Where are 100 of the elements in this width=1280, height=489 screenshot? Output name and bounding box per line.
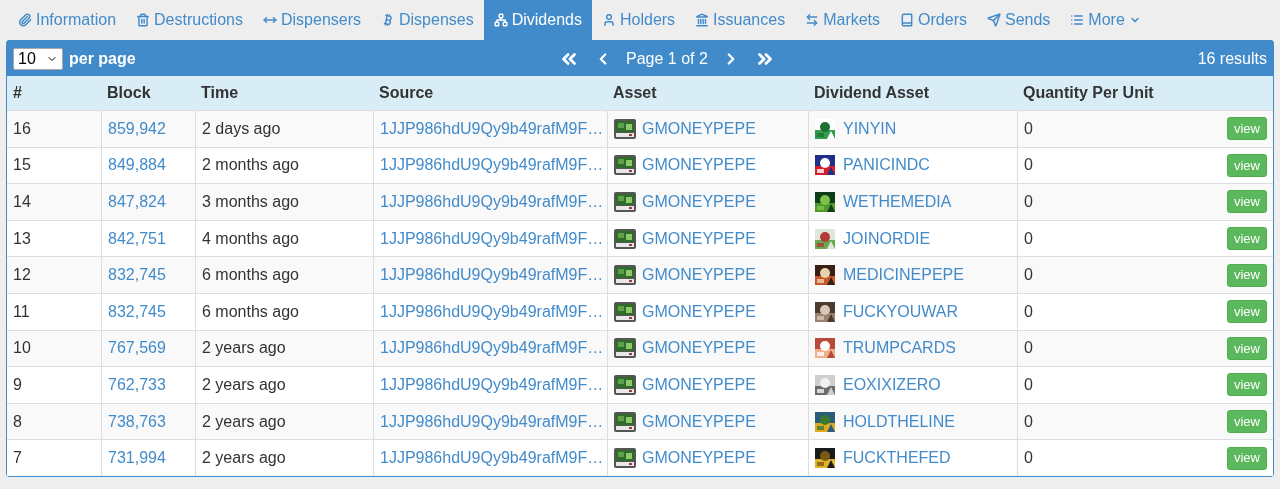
tab[interactable]: Orders bbox=[890, 0, 977, 40]
address-link[interactable]: 1JJP986hdU9Qy9b49rafM9F… bbox=[380, 372, 604, 397]
user-icon bbox=[601, 13, 616, 27]
view-button[interactable]: view bbox=[1227, 373, 1267, 397]
asset-link[interactable]: MEDICINEPEPE bbox=[843, 263, 964, 288]
view-button[interactable]: view bbox=[1227, 263, 1267, 287]
table-cell-text: 0 bbox=[1024, 155, 1033, 176]
table-cell-text: 16 bbox=[13, 118, 31, 139]
asset-link[interactable]: YINYIN bbox=[843, 116, 897, 141]
table-cell-text: 2 years ago bbox=[202, 411, 286, 432]
address-link[interactable]: 1JJP986hdU9Qy9b49rafM9F… bbox=[380, 336, 604, 361]
tab[interactable]: Destructions bbox=[126, 0, 253, 40]
asset-link[interactable]: GMONEYPEPE bbox=[642, 263, 756, 288]
column-header: Source bbox=[379, 84, 434, 101]
table-cell-text: 11 bbox=[13, 301, 30, 322]
table-cell-text: 2 years ago bbox=[202, 448, 286, 469]
tab[interactable]: Dispenses bbox=[371, 0, 484, 40]
per-page-select[interactable]: 10 bbox=[13, 47, 63, 70]
tab[interactable]: More bbox=[1060, 0, 1151, 40]
tab[interactable]: Holders bbox=[591, 0, 686, 40]
column-header: Time bbox=[201, 84, 239, 101]
asset-link[interactable]: JOINORDIE bbox=[843, 226, 931, 251]
tab[interactable]: Sends bbox=[976, 0, 1061, 40]
block-link[interactable]: 762,733 bbox=[108, 372, 166, 397]
table-cell-text: 12 bbox=[13, 265, 31, 286]
bank-icon bbox=[695, 13, 710, 27]
asset-link[interactable]: TRUMPCARDS bbox=[843, 336, 956, 361]
asset-link[interactable]: PANICINDC bbox=[843, 153, 930, 178]
table-cell-text: 14 bbox=[13, 192, 31, 212]
asset-link[interactable]: GMONEYPEPE bbox=[642, 299, 756, 324]
table-cell-text: 2 months ago bbox=[202, 155, 299, 176]
table-cell-text: 0 bbox=[1024, 301, 1033, 322]
table-cell-text: 3 months ago bbox=[202, 192, 299, 212]
table-cell-text: 0 bbox=[1024, 265, 1033, 286]
asset-link[interactable]: WETHEMEDIA bbox=[843, 190, 952, 214]
table-cell-text: 9 bbox=[13, 374, 22, 395]
address-link[interactable]: 1JJP986hdU9Qy9b49rafM9F… bbox=[380, 153, 604, 178]
asset-link[interactable]: FUCKTHEFED bbox=[843, 446, 951, 471]
view-button[interactable]: view bbox=[1227, 336, 1267, 360]
table-cell-text: 2 years ago bbox=[202, 374, 286, 395]
column-header: Asset bbox=[613, 84, 657, 101]
address-link[interactable]: 1JJP986hdU9Qy9b49rafM9F… bbox=[380, 116, 604, 141]
block-link[interactable]: 731,994 bbox=[108, 446, 166, 471]
exchange-icon bbox=[805, 13, 820, 27]
asset-link[interactable]: FUCKYOUWAR bbox=[843, 299, 958, 324]
block-link[interactable]: 832,745 bbox=[108, 299, 166, 324]
view-button[interactable]: view bbox=[1227, 117, 1267, 141]
table-cell-text: 0 bbox=[1024, 118, 1033, 139]
address-link[interactable]: 1JJP986hdU9Qy9b49rafM9F… bbox=[380, 263, 604, 288]
asset-link[interactable]: GMONEYPEPE bbox=[642, 226, 756, 251]
tab[interactable]: Issuances bbox=[685, 0, 796, 40]
view-button[interactable]: view bbox=[1227, 446, 1267, 470]
asset-link[interactable]: GMONEYPEPE bbox=[642, 116, 756, 141]
results-count: 16 results bbox=[1197, 48, 1267, 69]
view-button[interactable]: view bbox=[1227, 227, 1267, 251]
view-button[interactable]: view bbox=[1227, 300, 1267, 324]
asset-link[interactable]: GMONEYPEPE bbox=[642, 372, 756, 397]
column-header: Quantity Per Unit bbox=[1023, 84, 1154, 101]
tab[interactable]: Dividends bbox=[483, 0, 592, 40]
table-cell-text: 6 months ago bbox=[202, 301, 299, 322]
table-cell-text: 13 bbox=[13, 228, 31, 249]
block-link[interactable]: 847,824 bbox=[108, 190, 166, 214]
block-link[interactable]: 859,942 bbox=[108, 116, 166, 141]
table-cell-text: 0 bbox=[1024, 228, 1033, 249]
paperclip-icon bbox=[18, 13, 32, 27]
asset-link[interactable]: GMONEYPEPE bbox=[642, 153, 756, 178]
asset-link[interactable]: GMONEYPEPE bbox=[642, 409, 756, 434]
paper-plane-icon bbox=[986, 13, 1001, 27]
block-link[interactable]: 849,884 bbox=[108, 153, 166, 178]
asset-link[interactable]: HOLDTHELINE bbox=[843, 409, 956, 434]
column-header: # bbox=[13, 84, 22, 101]
column-header: Block bbox=[107, 84, 151, 101]
table-cell-text: 15 bbox=[13, 155, 31, 176]
view-button[interactable]: view bbox=[1227, 153, 1267, 177]
table-cell-text: 0 bbox=[1024, 411, 1033, 432]
table-cell-text: 2 years ago bbox=[202, 338, 286, 359]
address-link[interactable]: 1JJP986hdU9Qy9b49rafM9F… bbox=[380, 226, 604, 251]
address-link[interactable]: 1JJP986hdU9Qy9b49rafM9F… bbox=[380, 299, 604, 324]
view-button[interactable]: view bbox=[1227, 190, 1267, 214]
asset-link[interactable]: GMONEYPEPE bbox=[642, 446, 756, 471]
asset-link[interactable]: GMONEYPEPE bbox=[642, 190, 756, 214]
view-button[interactable]: view bbox=[1227, 410, 1267, 434]
address-link[interactable]: 1JJP986hdU9Qy9b49rafM9F… bbox=[380, 446, 604, 471]
trash-icon bbox=[136, 13, 151, 27]
table-cell-text: 0 bbox=[1024, 374, 1033, 395]
block-link[interactable]: 767,569 bbox=[108, 336, 166, 361]
tab[interactable]: Markets bbox=[795, 0, 891, 40]
asset-link[interactable]: EOXIXIZERO bbox=[843, 372, 941, 397]
block-link[interactable]: 832,745 bbox=[108, 263, 166, 288]
asset-link[interactable]: GMONEYPEPE bbox=[642, 336, 756, 361]
table-cell-text: 2 days ago bbox=[202, 118, 281, 139]
block-link[interactable]: 842,751 bbox=[108, 226, 166, 251]
table-cell-text: 0 bbox=[1024, 338, 1033, 359]
block-link[interactable]: 738,763 bbox=[108, 409, 166, 434]
address-link[interactable]: 1JJP986hdU9Qy9b49rafM9F… bbox=[380, 190, 604, 214]
tab[interactable]: Dispensers bbox=[252, 0, 371, 40]
tab[interactable]: Information bbox=[8, 0, 127, 40]
address-link[interactable]: 1JJP986hdU9Qy9b49rafM9F… bbox=[380, 409, 604, 434]
page-indicator: Page 1 of 2 bbox=[626, 48, 708, 69]
table-cell-text: 6 months ago bbox=[202, 265, 299, 286]
